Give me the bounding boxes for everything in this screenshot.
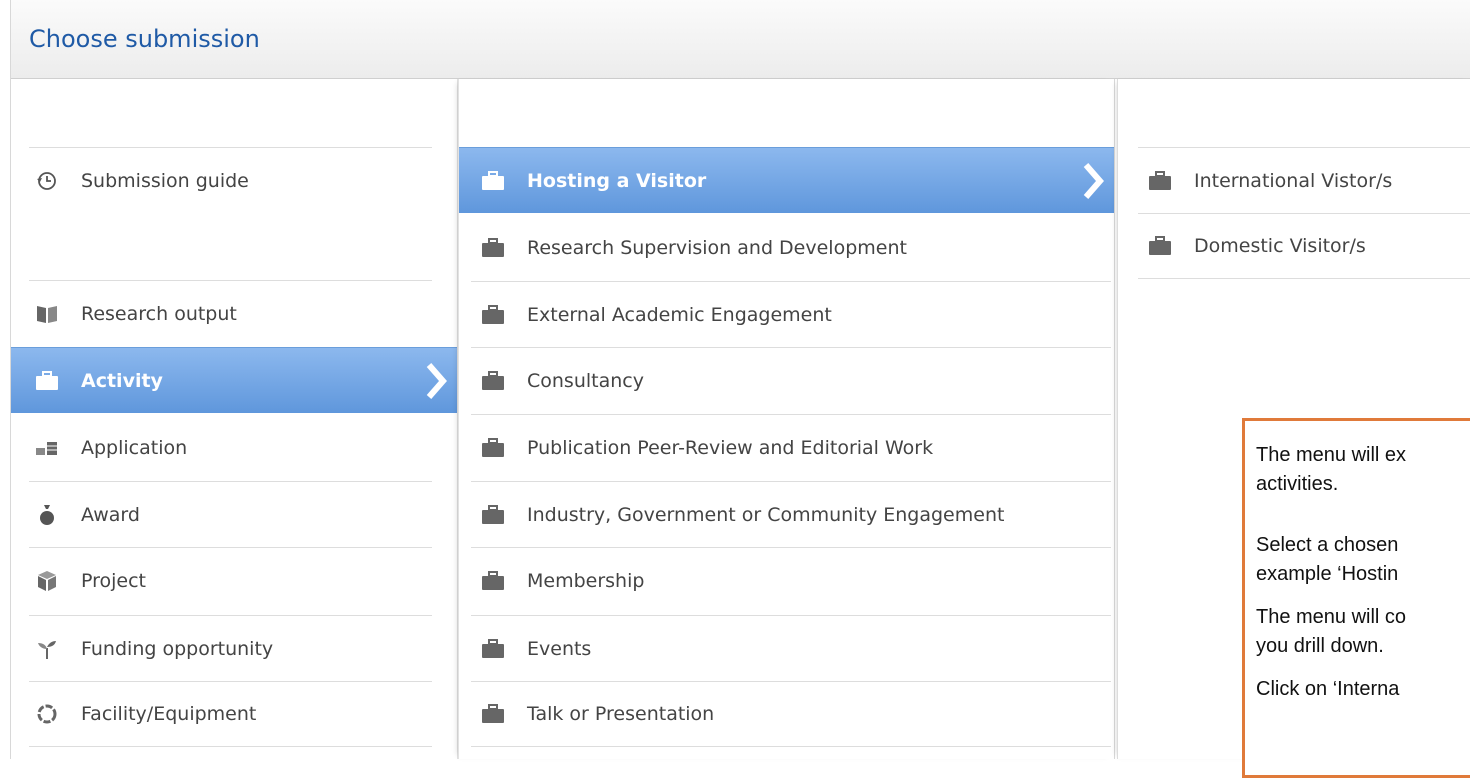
menu-item-label: Research output [81, 302, 237, 325]
sprout-icon [35, 638, 59, 660]
dialog-header: Choose submission [11, 0, 1470, 79]
briefcase-icon [481, 370, 505, 392]
menu-item-consultancy[interactable]: Consultancy [471, 347, 1111, 413]
briefcase-icon [481, 504, 505, 526]
menu-item-external-academic-engagement[interactable]: External Academic Engagement [471, 281, 1111, 347]
callout-line: The menu will co [1256, 606, 1407, 628]
menu-item-project[interactable]: Project [29, 547, 432, 613]
book-icon [35, 303, 59, 325]
menu-item-industry-government-community[interactable]: Industry, Government or Community Engage… [471, 481, 1111, 547]
menu-item-label: Project [81, 569, 147, 592]
clock-history-icon [35, 170, 59, 192]
menu-item-label: Award [81, 503, 140, 526]
menu-item-award[interactable]: Award [29, 481, 432, 547]
callout-line: activities. [1256, 473, 1339, 495]
briefcase-icon [481, 304, 505, 326]
menu-item-funding-opportunity[interactable]: Funding opportunity [29, 615, 432, 681]
menu-item-label: Application [81, 437, 188, 459]
briefcase-icon [481, 437, 505, 459]
menu-item-publication-peer-review[interactable]: Publication Peer-Review and Editorial Wo… [471, 414, 1111, 480]
briefcase-icon [481, 570, 505, 592]
menu-item-label: Industry, Government or Community Engage… [527, 503, 1005, 526]
menu-item-label: Facility/Equipment [81, 703, 257, 725]
briefcase-icon [481, 638, 505, 660]
callout-line: Select a chosen [1256, 534, 1399, 556]
menu-item-talk-or-presentation[interactable]: Talk or Presentation [471, 681, 1111, 747]
chevron-right-icon [426, 363, 447, 399]
menu-item-submission-guide[interactable]: Submission guide [29, 147, 432, 213]
briefcase-icon [481, 170, 505, 192]
coins-icon [35, 437, 59, 459]
menu-item-hosting-a-visitor[interactable]: Hosting a Visitor [459, 147, 1114, 213]
briefcase-icon [1148, 170, 1172, 192]
menu-item-label: Research Supervision and Development [527, 237, 907, 259]
submission-type-column: Submission guide Research output Activit… [11, 79, 458, 759]
menu-item-label: Publication Peer-Review and Editorial Wo… [527, 436, 934, 459]
menu-item-events[interactable]: Events [471, 615, 1111, 681]
menu-item-label: Funding opportunity [81, 637, 274, 660]
instruction-callout: The menu will ex activities. Select a ch… [1242, 418, 1470, 778]
menu-item-label: Events [527, 637, 592, 660]
menu-item-label: Membership [527, 569, 645, 592]
briefcase-icon [35, 370, 59, 392]
menu-item-label: External Academic Engagement [527, 303, 832, 326]
menu-item-label: Domestic Visitor/s [1194, 235, 1366, 257]
chevron-right-icon [1083, 163, 1104, 199]
callout-line: The menu will ex [1256, 444, 1407, 466]
menu-item-application[interactable]: Application [29, 415, 432, 481]
cube-icon [35, 570, 59, 592]
menu-item-research-supervision[interactable]: Research Supervision and Development [471, 215, 1111, 281]
briefcase-icon [481, 237, 505, 259]
menu-item-activity[interactable]: Activity [11, 347, 457, 413]
callout-line: example ‘Hostin [1256, 563, 1399, 585]
menu-item-label: Consultancy [527, 369, 644, 392]
menu-item-label: Hosting a Visitor [527, 169, 707, 192]
dialog-title: Choose submission [29, 25, 260, 53]
menu-item-membership[interactable]: Membership [471, 547, 1111, 613]
briefcase-icon [481, 703, 505, 725]
menu-item-label: Talk or Presentation [527, 703, 715, 725]
menu-item-facility-equipment[interactable]: Facility/Equipment [29, 681, 432, 747]
callout-line: you drill down. [1256, 635, 1384, 657]
activity-type-column: Hosting a Visitor Research Supervision a… [458, 79, 1115, 759]
menu-item-label: Activity [81, 369, 163, 392]
menu-item-domestic-visitors[interactable]: Domestic Visitor/s [1138, 213, 1470, 279]
menu-item-label: International Vistor/s [1194, 169, 1393, 192]
money-bag-icon [35, 504, 59, 526]
menu-item-research-output[interactable]: Research output [29, 280, 432, 346]
briefcase-icon [1148, 235, 1172, 257]
callout-line: Click on ‘Interna [1256, 678, 1400, 700]
menu-item-label: Submission guide [81, 169, 249, 192]
menu-item-international-visitors[interactable]: International Vistor/s [1138, 147, 1470, 213]
ring-icon [35, 703, 59, 725]
